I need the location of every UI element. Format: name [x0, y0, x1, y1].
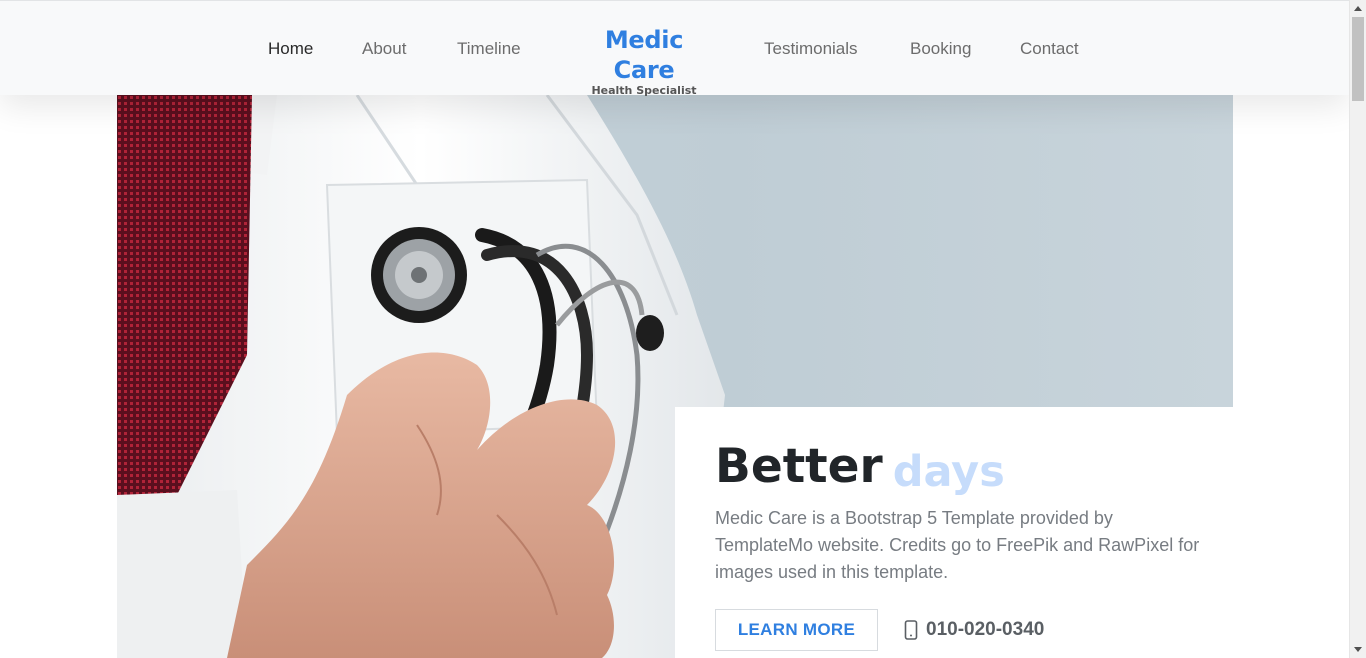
phone-number: 010-020-0340	[926, 619, 1045, 640]
hero-title-dark: Better	[715, 439, 883, 494]
nav-booking[interactable]: Booking	[910, 39, 971, 59]
learn-more-button[interactable]: LEARN MORE	[715, 609, 878, 651]
nav-contact[interactable]: Contact	[1020, 39, 1079, 59]
nav-timeline[interactable]: Timeline	[457, 39, 521, 59]
hero-text-card: Better days Medic Care is a Bootstrap 5 T…	[675, 407, 1233, 658]
hero-title-light: days	[892, 447, 1005, 497]
mobile-phone-icon	[904, 620, 918, 640]
brand-subtitle: Health Specialist	[591, 84, 697, 97]
navbar: Home About Timeline Medic Care Health Sp…	[0, 0, 1349, 98]
scroll-up-arrow-icon[interactable]	[1354, 6, 1362, 11]
nav-about[interactable]: About	[362, 39, 406, 59]
brand-logo[interactable]: Medic Care Health Specialist	[577, 25, 711, 98]
scroll-down-arrow-icon[interactable]	[1354, 647, 1362, 652]
nav-testimonials[interactable]: Testimonials	[764, 39, 858, 59]
hero-description: Medic Care is a Bootstrap 5 Template pro…	[715, 508, 1200, 582]
nav-home[interactable]: Home	[268, 39, 313, 59]
brand-title: Medic Care	[604, 26, 684, 84]
phone-contact[interactable]: 010-020-0340	[904, 619, 1044, 641]
hero-title: Better days	[715, 437, 1005, 501]
scroll-thumb[interactable]	[1352, 17, 1364, 101]
page-scrollbar[interactable]	[1349, 0, 1366, 658]
